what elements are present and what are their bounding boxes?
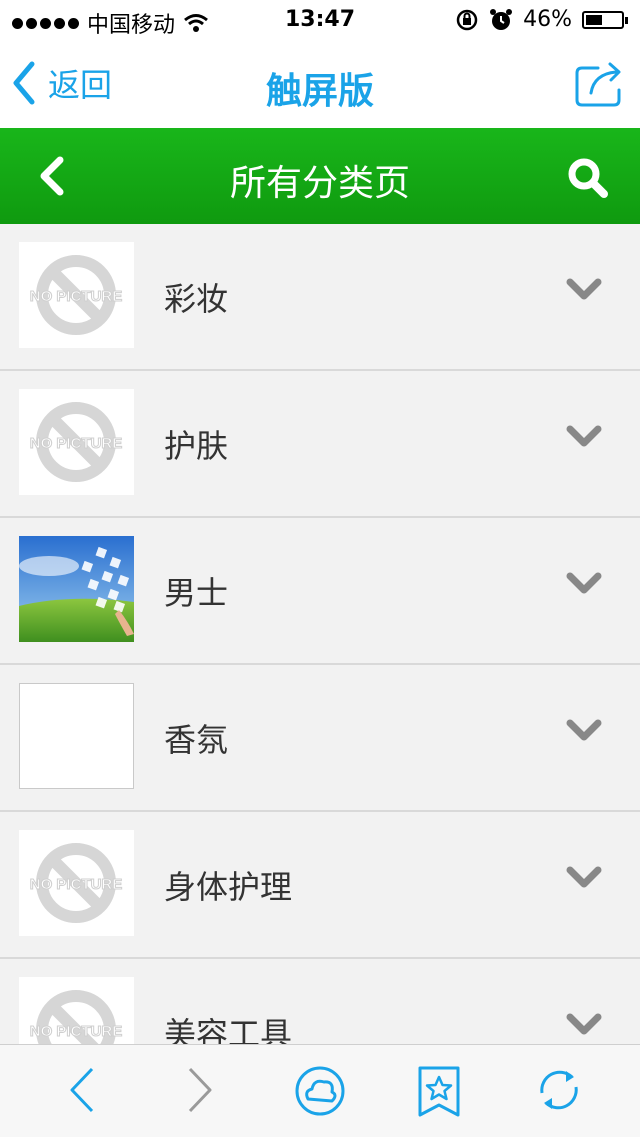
expand-button[interactable] xyxy=(566,278,602,306)
category-row[interactable]: NO PICTURE 身体护理 xyxy=(0,812,640,959)
expand-button[interactable] xyxy=(566,1013,602,1041)
chevron-left-icon xyxy=(13,61,35,105)
carrier-name: 中国移动 xyxy=(87,13,176,38)
expand-button[interactable] xyxy=(566,572,602,600)
browser-top-bar: 返回 触屏版 xyxy=(0,40,640,128)
expand-button[interactable] xyxy=(566,866,602,894)
toolbar-back-button[interactable] xyxy=(62,1065,102,1119)
search-button[interactable] xyxy=(566,156,610,204)
browser-back-label: 返回 xyxy=(48,66,113,104)
category-list: NO PICTURE 彩妆 NO PICTURE 护肤男士香氛 NO PICTURE 身体… xyxy=(0,224,640,1106)
page-title: 所有分类页 xyxy=(229,163,410,204)
alarm-icon xyxy=(490,8,513,30)
no-picture-placeholder: NO PICTURE xyxy=(19,242,134,348)
chevron-down-icon xyxy=(566,278,602,300)
signal-strength-icon xyxy=(12,17,79,29)
battery-percent: 46% xyxy=(523,7,572,32)
category-row[interactable]: NO PICTURE 彩妆 xyxy=(0,224,640,371)
expand-button[interactable] xyxy=(566,719,602,747)
category-label: 身体护理 xyxy=(164,868,293,906)
battery-icon xyxy=(582,10,628,29)
category-photo xyxy=(19,536,134,642)
category-row[interactable]: NO PICTURE 护肤 xyxy=(0,371,640,518)
toolbar-cloud-button[interactable] xyxy=(292,1065,348,1121)
rotation-lock-icon xyxy=(456,9,478,30)
back-icon xyxy=(70,1067,94,1113)
status-bar: 中国移动 13:47 46% xyxy=(0,0,640,40)
category-label: 香氛 xyxy=(164,721,229,759)
category-label: 彩妆 xyxy=(164,280,229,318)
no-picture-text: NO PICTURE xyxy=(30,1023,123,1040)
toolbar-refresh-button[interactable] xyxy=(534,1065,584,1119)
category-row[interactable]: 香氛 xyxy=(0,665,640,812)
chevron-down-icon xyxy=(566,719,602,741)
chevron-down-icon xyxy=(566,1013,602,1035)
share-icon xyxy=(575,62,621,107)
expand-button[interactable] xyxy=(566,425,602,453)
no-picture-text: NO PICTURE xyxy=(30,876,123,893)
forward-icon xyxy=(188,1067,212,1113)
search-icon xyxy=(568,158,608,198)
bookmark-star-icon xyxy=(418,1066,460,1117)
no-picture-text: NO PICTURE xyxy=(30,288,123,305)
category-label: 男士 xyxy=(164,574,229,612)
browser-back-button[interactable]: 返回 xyxy=(10,60,112,106)
no-picture-placeholder: NO PICTURE xyxy=(19,830,134,936)
cloud-icon xyxy=(295,1066,345,1116)
blank-thumbnail xyxy=(19,683,134,789)
category-row[interactable]: 男士 xyxy=(0,518,640,665)
toolbar-bookmarks-button[interactable] xyxy=(416,1065,462,1123)
chevron-down-icon xyxy=(566,866,602,888)
toolbar-forward-button[interactable] xyxy=(180,1065,220,1119)
battery-level-fill xyxy=(586,14,602,25)
category-header: 所有分类页 xyxy=(0,128,640,224)
category-label: 护肤 xyxy=(164,427,229,465)
chevron-down-icon xyxy=(566,572,602,594)
share-button[interactable] xyxy=(574,60,628,112)
wifi-icon xyxy=(184,14,208,32)
no-picture-text: NO PICTURE xyxy=(30,435,123,452)
chevron-left-icon xyxy=(40,156,64,196)
header-back-button[interactable] xyxy=(34,154,70,202)
no-picture-placeholder: NO PICTURE xyxy=(19,389,134,495)
chevron-down-icon xyxy=(566,425,602,447)
refresh-icon xyxy=(540,1070,578,1110)
browser-toolbar xyxy=(0,1044,640,1137)
